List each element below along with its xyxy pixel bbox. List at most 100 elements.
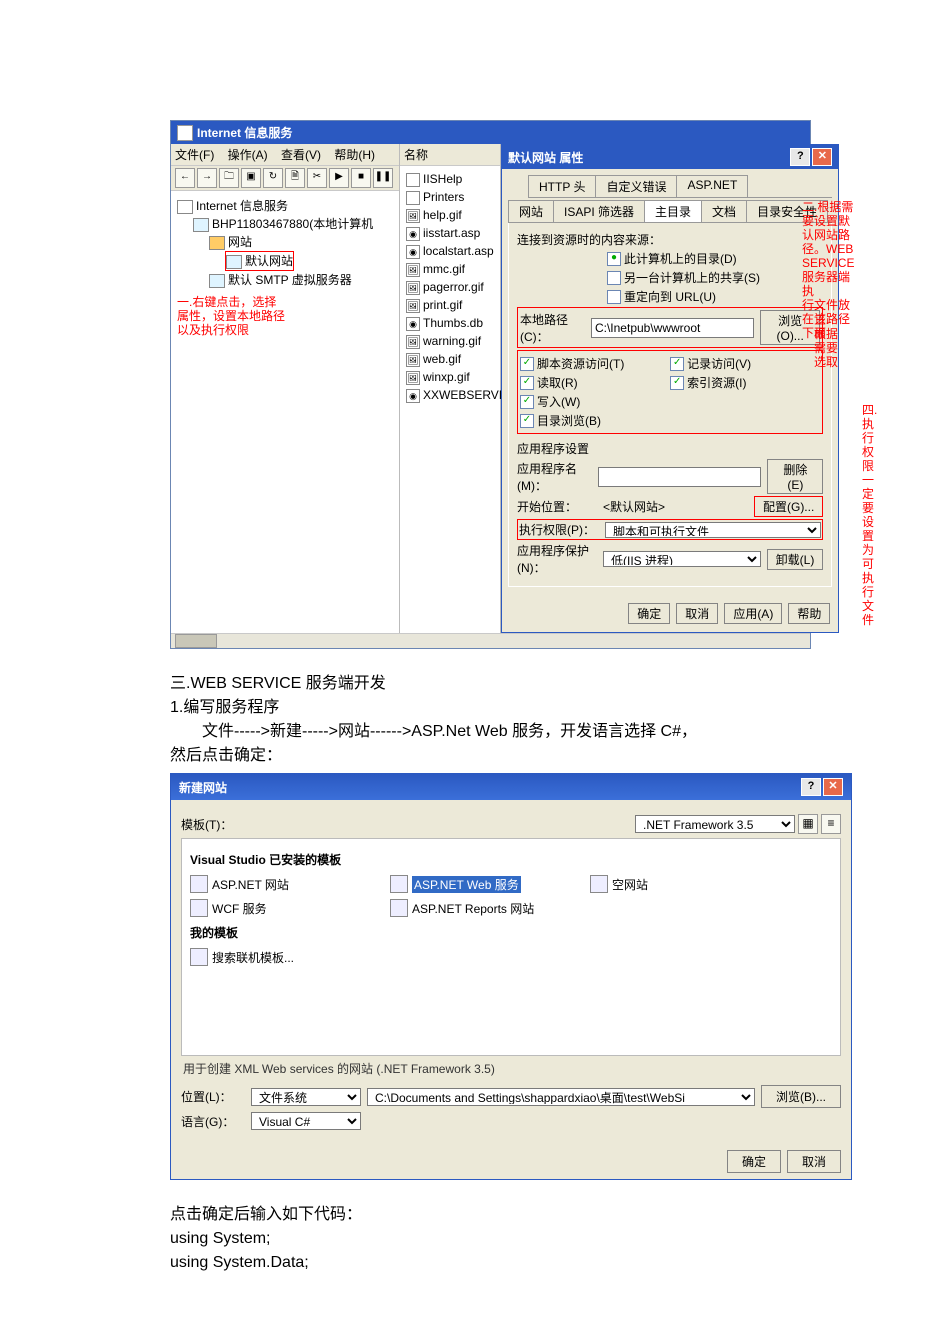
tree-websites[interactable]: 网站: [228, 235, 252, 249]
forward-icon[interactable]: →: [197, 168, 217, 188]
properties-title: 默认网站 属性: [508, 149, 583, 166]
radio-this-computer[interactable]: ●: [607, 252, 621, 266]
delete-icon[interactable]: ✂: [307, 168, 327, 188]
chk-script-access[interactable]: ✓: [520, 357, 534, 371]
app-settings-group: 应用程序设置: [517, 440, 823, 457]
location-type-select[interactable]: 文件系统: [251, 1088, 361, 1106]
computer-icon: [193, 218, 209, 232]
tree-smtp[interactable]: 默认 SMTP 虚拟服务器: [228, 273, 352, 287]
apply-button[interactable]: 应用(A): [724, 603, 782, 624]
radio-redirect-url[interactable]: [607, 290, 621, 304]
tab-home-directory[interactable]: 主目录: [644, 200, 702, 222]
language-label: 语言(G)：: [181, 1113, 251, 1130]
cancel-button[interactable]: 取消: [676, 603, 718, 624]
tab-website[interactable]: 网站: [508, 200, 554, 222]
file-item[interactable]: warning.gif: [423, 334, 481, 348]
iis-menubar: 文件(F) 操作(A) 查看(V) 帮助(H): [171, 144, 399, 166]
folder-icon: [406, 173, 420, 187]
iis-titlebar: Internet 信息服务: [171, 121, 810, 144]
template-aspnet-webservice[interactable]: ASP.NET Web 服务: [390, 875, 580, 893]
file-item[interactable]: IISHelp: [423, 172, 462, 186]
props-icon[interactable]: ▣: [241, 168, 261, 188]
large-icons-icon[interactable]: ▦: [798, 814, 818, 834]
language-select[interactable]: Visual C#: [251, 1112, 361, 1130]
iis-app-icon: [177, 125, 193, 141]
unload-button[interactable]: 卸载(L): [767, 549, 824, 570]
exec-perm-select[interactable]: 脚本和可执行文件: [605, 522, 821, 538]
file-item[interactable]: iisstart.asp: [423, 226, 480, 240]
framework-select[interactable]: .NET Framework 3.5: [635, 815, 795, 833]
remove-button[interactable]: 删除(E): [767, 459, 823, 494]
local-path-input[interactable]: [591, 318, 754, 338]
file-item[interactable]: web.gif: [423, 352, 461, 366]
file-item[interactable]: Thumbs.db: [423, 316, 483, 330]
chk-index[interactable]: ✓: [670, 376, 684, 390]
template-aspnet-site[interactable]: ASP.NET 网站: [190, 875, 380, 893]
play-icon[interactable]: ▶: [329, 168, 349, 188]
reports-icon: [390, 899, 408, 917]
app-name-input[interactable]: [598, 467, 761, 487]
ok-button[interactable]: 确定: [628, 603, 670, 624]
file-item[interactable]: pagerror.gif: [423, 280, 484, 294]
stop-icon[interactable]: ■: [351, 168, 371, 188]
column-header-name[interactable]: 名称: [400, 144, 500, 166]
small-icons-icon[interactable]: ≡: [821, 814, 841, 834]
step-1-detail: 文件----->新建----->网站------>ASP.Net Web 服务，…: [170, 721, 775, 743]
export-icon[interactable]: 🗎: [285, 168, 305, 188]
tab-http-headers[interactable]: HTTP 头: [528, 175, 596, 197]
properties-footer: 确定 取消 应用(A) 帮助: [502, 595, 838, 632]
file-item[interactable]: mmc.gif: [423, 262, 465, 276]
after-ok-text: 点击确定后输入如下代码：: [170, 1204, 775, 1226]
file-item[interactable]: help.gif: [423, 208, 462, 222]
refresh-icon[interactable]: ↻: [263, 168, 283, 188]
menu-view[interactable]: 查看(V): [281, 148, 321, 162]
document-body-2: 点击确定后输入如下代码： using System; using System.…: [170, 1204, 775, 1274]
menu-help[interactable]: 帮助(H): [334, 148, 375, 162]
template-description: 用于创建 XML Web services 的网站 (.NET Framewor…: [181, 1056, 841, 1081]
help-button[interactable]: 帮助: [788, 603, 830, 624]
iis-left-pane: 文件(F) 操作(A) 查看(V) 帮助(H) ← → 🗀 ▣ ↻ 🗎 ✂ ▶ …: [171, 144, 400, 633]
tree-root[interactable]: Internet 信息服务: [196, 199, 288, 213]
ok-button[interactable]: 确定: [727, 1150, 781, 1173]
empty-site-icon: [590, 875, 608, 893]
radio-share[interactable]: [607, 271, 621, 285]
tab-custom-errors[interactable]: 自定义错误: [595, 175, 677, 197]
file-item[interactable]: print.gif: [423, 298, 462, 312]
code-line-1: using System;: [170, 1228, 775, 1250]
up-icon[interactable]: 🗀: [219, 168, 239, 188]
chk-dir-browse[interactable]: ✓: [520, 414, 534, 428]
tab-aspnet[interactable]: ASP.NET: [676, 175, 748, 197]
chk-log-visits[interactable]: ✓: [670, 357, 684, 371]
help-icon[interactable]: ?: [801, 778, 821, 796]
template-empty-site[interactable]: 空网站: [590, 875, 780, 893]
template-reports[interactable]: ASP.NET Reports 网站: [390, 899, 580, 917]
config-button[interactable]: 配置(G)...: [754, 496, 823, 517]
tab-documents[interactable]: 文档: [701, 200, 747, 222]
template-wcf[interactable]: WCF 服务: [190, 899, 380, 917]
menu-file[interactable]: 文件(F): [175, 148, 214, 162]
file-item[interactable]: winxp.gif: [423, 370, 470, 384]
menu-action[interactable]: 操作(A): [228, 148, 268, 162]
back-icon[interactable]: ←: [175, 168, 195, 188]
horizontal-scrollbar[interactable]: [171, 633, 810, 648]
chk-write[interactable]: ✓: [520, 395, 534, 409]
iis-toolbar: ← → 🗀 ▣ ↻ 🗎 ✂ ▶ ■ ❚❚: [171, 166, 399, 191]
file-item[interactable]: Printers: [423, 190, 464, 204]
help-icon[interactable]: ?: [790, 148, 810, 166]
chk-read[interactable]: ✓: [520, 376, 534, 390]
tab-isapi[interactable]: ISAPI 筛选器: [553, 200, 645, 222]
app-protect-label: 应用程序保护(N)：: [517, 542, 603, 576]
tree-computer[interactable]: BHP11803467880(本地计算机: [212, 217, 373, 231]
section-title: 三.WEB SERVICE 服务端开发: [170, 673, 775, 695]
close-icon[interactable]: ✕: [823, 778, 843, 796]
tree-default-site[interactable]: 默认网站: [245, 254, 293, 268]
location-path-select[interactable]: C:\Documents and Settings\shappardxiao\桌…: [367, 1088, 755, 1106]
lbl-log-visits: 记录访问(V): [687, 355, 751, 372]
cancel-button[interactable]: 取消: [787, 1150, 841, 1173]
close-icon[interactable]: ✕: [812, 148, 832, 166]
file-item[interactable]: localstart.asp: [423, 244, 494, 258]
app-protect-select[interactable]: 低(IIS 进程): [603, 551, 761, 567]
pause-icon[interactable]: ❚❚: [373, 168, 393, 188]
template-search-online[interactable]: 搜索联机模板...: [190, 948, 380, 966]
browse-button[interactable]: 浏览(B)...: [761, 1085, 841, 1108]
